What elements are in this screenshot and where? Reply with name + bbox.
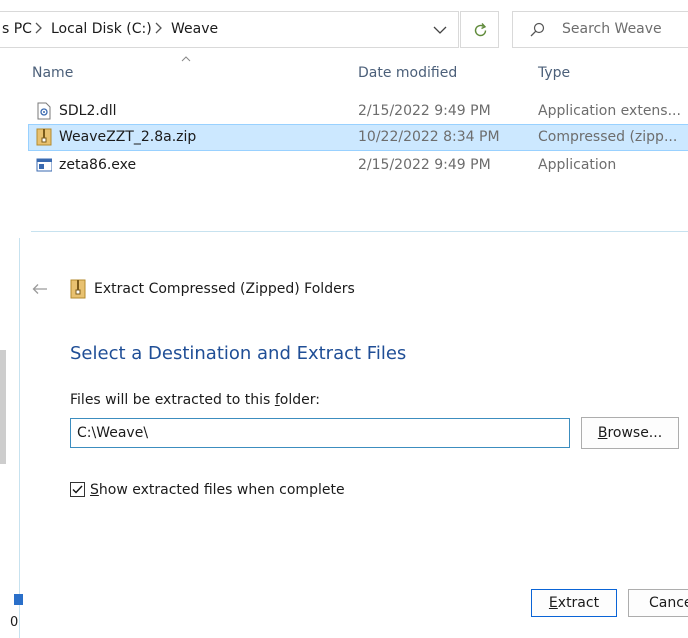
refresh-icon xyxy=(474,23,487,37)
dll-file-icon xyxy=(37,102,51,120)
exe-file-icon xyxy=(36,158,52,172)
sort-ascending-icon xyxy=(181,56,191,62)
search-icon xyxy=(530,22,545,37)
scrollbar-thumb[interactable] xyxy=(0,350,6,464)
file-name: zeta86.exe xyxy=(59,157,137,173)
breadcrumb-this-pc[interactable]: s PC xyxy=(2,21,32,37)
show-files-checkbox[interactable] xyxy=(70,482,85,497)
file-type: Compressed (zipp... xyxy=(538,129,678,145)
extract-button[interactable]: Extract xyxy=(531,589,617,617)
column-header-name[interactable]: Name xyxy=(32,65,73,81)
breadcrumb-separator-icon[interactable] xyxy=(155,22,162,34)
search-placeholder[interactable]: Search Weave xyxy=(562,21,662,37)
breadcrumb-weave[interactable]: Weave xyxy=(171,21,218,37)
status-count: 0 xyxy=(10,615,19,630)
show-files-checkbox-label[interactable]: Show extracted files when complete xyxy=(90,482,345,498)
file-date: 10/22/2022 8:34 PM xyxy=(358,129,500,145)
wizard-title: Extract Compressed (Zipped) Folders xyxy=(94,281,355,297)
file-name: WeaveZZT_2.8a.zip xyxy=(59,129,197,145)
file-date: 2/15/2022 9:49 PM xyxy=(358,103,491,119)
file-row-sdl2-dll[interactable]: SDL2.dll 2/15/2022 9:49 PM Application e… xyxy=(28,98,688,125)
file-row-weavezzt-zip[interactable]: WeaveZZT_2.8a.zip 10/22/2022 8:34 PM Com… xyxy=(28,124,688,151)
zip-folder-icon xyxy=(36,128,52,146)
file-type: Application xyxy=(538,157,617,173)
wizard-top-border xyxy=(31,231,688,232)
checkmark-icon xyxy=(72,485,83,494)
cancel-button[interactable]: Cance xyxy=(628,589,688,617)
destination-label: Files will be extracted to this folder: xyxy=(70,392,320,408)
destination-path-input[interactable] xyxy=(70,418,570,448)
refresh-button[interactable] xyxy=(460,11,499,48)
breadcrumb-separator-icon[interactable] xyxy=(35,22,42,34)
column-header-type[interactable]: Type xyxy=(538,65,570,81)
browse-button[interactable]: Browse... xyxy=(581,417,679,449)
back-arrow-icon[interactable] xyxy=(32,283,48,295)
wizard-left-border xyxy=(19,238,20,638)
file-name: SDL2.dll xyxy=(59,103,117,119)
column-header-date-modified[interactable]: Date modified xyxy=(358,65,457,81)
zip-folder-icon xyxy=(70,279,86,299)
taskbar-indicator-icon xyxy=(14,594,23,605)
file-date: 2/15/2022 9:49 PM xyxy=(358,157,491,173)
file-row-zeta86-exe[interactable]: zeta86.exe 2/15/2022 9:49 PM Application xyxy=(28,152,688,179)
wizard-heading: Select a Destination and Extract Files xyxy=(70,343,407,364)
address-history-chevron-down-icon[interactable] xyxy=(430,21,450,39)
breadcrumb-local-disk[interactable]: Local Disk (C:) xyxy=(51,21,152,37)
file-type: Application extens... xyxy=(538,103,681,119)
